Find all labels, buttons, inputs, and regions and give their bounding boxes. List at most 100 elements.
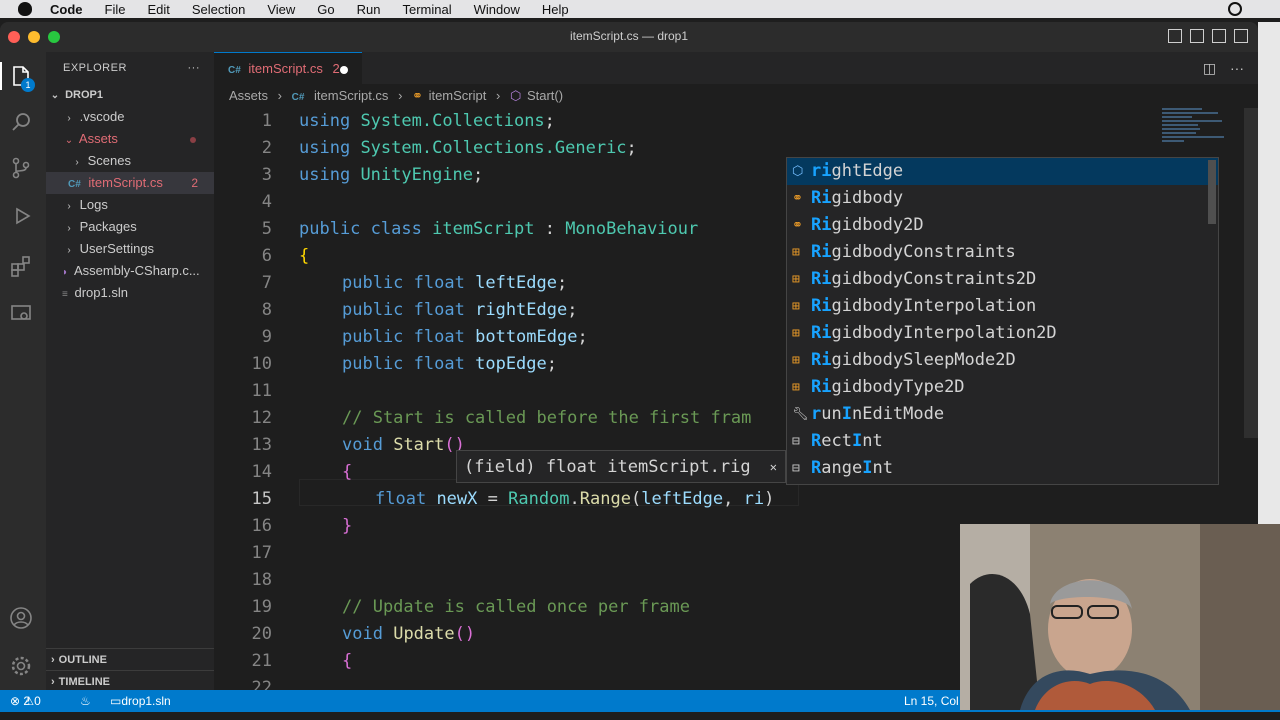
suggestion-item[interactable]: ⊞ RigidbodyType2D: [787, 374, 1218, 401]
menu-window[interactable]: Window: [474, 2, 520, 17]
tree-item-usersettings[interactable]: › UserSettings: [46, 238, 214, 260]
apple-logo-icon[interactable]: [18, 2, 32, 16]
code-text: {: [342, 462, 353, 482]
chevron-right-icon: ›: [277, 88, 282, 103]
toggle-sidebar-icon[interactable]: [1168, 29, 1182, 43]
menu-terminal[interactable]: Terminal: [403, 2, 452, 17]
split-editor-icon[interactable]: ◫: [1203, 60, 1216, 76]
suggestion-item[interactable]: ⊟ RangeInt: [787, 455, 1218, 482]
tree-item-assembly[interactable]: ◗ Assembly-CSharp.c...: [46, 260, 214, 282]
timeline-section[interactable]: › TIMELINE: [46, 670, 214, 692]
line-number: 3: [261, 165, 272, 185]
solution-status[interactable]: ▭ drop1.sln: [110, 690, 171, 712]
chevron-down-icon: ⌄: [50, 90, 60, 101]
app-menu[interactable]: Code: [50, 2, 83, 17]
suggestion-item[interactable]: ⊞ RigidbodyConstraints: [787, 239, 1218, 266]
tree-item-assets[interactable]: ⌄ Assets: [46, 128, 214, 150]
suggestion-item[interactable]: ⊞ RigidbodyInterpolation: [787, 293, 1218, 320]
code-text: void Update(): [342, 624, 476, 644]
code-text: public float rightEdge;: [342, 300, 578, 320]
code-text: {: [299, 246, 310, 266]
code-text: public float topEdge;: [342, 354, 558, 374]
tree-item-label: Assets: [78, 131, 118, 146]
line-number: 15: [251, 489, 272, 509]
menu-view[interactable]: View: [267, 2, 295, 17]
code-text: public float leftEdge;: [342, 273, 568, 293]
editor-scrollbar[interactable]: [1244, 108, 1258, 438]
more-actions-icon[interactable]: ···: [1230, 60, 1244, 76]
source-control-icon[interactable]: [9, 156, 33, 180]
code-text: {: [342, 651, 353, 671]
menu-help[interactable]: Help: [542, 2, 569, 17]
window-title: itemScript.cs — drop1: [569, 29, 689, 43]
minimize-window-button[interactable]: [28, 31, 40, 43]
close-window-button[interactable]: [8, 31, 20, 43]
chevron-down-icon: ⌄: [64, 135, 74, 146]
tree-item-packages[interactable]: › Packages: [46, 216, 214, 238]
hover-text: (field) float itemScript.rig: [464, 457, 751, 477]
flame-icon[interactable]: ♨: [80, 690, 91, 712]
extensions-icon[interactable]: [9, 254, 33, 278]
chevron-right-icon: ›: [51, 676, 55, 688]
unsaved-dot-icon[interactable]: [340, 66, 348, 74]
line-number: 4: [261, 192, 272, 212]
menu-go[interactable]: Go: [317, 2, 334, 17]
enum-icon: ⊞: [792, 245, 800, 260]
breadcrumb: Assets › C# itemScript.cs › ⚭ itemScript…: [214, 84, 1258, 108]
suggestion-item[interactable]: ⊞ RigidbodyInterpolation2D: [787, 320, 1218, 347]
breadcrumb-file[interactable]: itemScript.cs: [314, 88, 388, 103]
suggestion-item[interactable]: ⊞ RigidbodySleepMode2D: [787, 347, 1218, 374]
account-icon[interactable]: [9, 606, 33, 630]
customize-layout-icon[interactable]: [1234, 29, 1248, 43]
editor-actions: ◫ ···: [1203, 60, 1244, 77]
suggestion-item[interactable]: ⊟ RectInt: [787, 428, 1218, 455]
suggestion-item[interactable]: ⬡ rightEdge: [787, 158, 1218, 185]
menu-file[interactable]: File: [105, 2, 126, 17]
menu-selection[interactable]: Selection: [192, 2, 245, 17]
tree-item-logs[interactable]: › Logs: [46, 194, 214, 216]
suggestion-scrollbar[interactable]: [1208, 160, 1216, 224]
search-icon[interactable]: [9, 110, 33, 134]
suggestion-item[interactable]: ⊞ RigidbodyConstraints2D: [787, 266, 1218, 293]
breadcrumb-class[interactable]: itemScript: [429, 88, 487, 103]
code-text: using System.Collections.Generic;: [299, 138, 637, 158]
breadcrumb-assets[interactable]: Assets: [229, 88, 268, 103]
remote-explorer-icon[interactable]: [9, 302, 33, 326]
tab-itemscript[interactable]: C# itemScript.cs 2: [214, 52, 362, 84]
explorer-sidebar: EXPLORER ··· ⌄ DROP1 › .vscode ⌄ Assets …: [46, 52, 214, 690]
suggestion-item[interactable]: ⚭ Rigidbody2D: [787, 212, 1218, 239]
menu-edit[interactable]: Edit: [147, 2, 169, 17]
toggle-panel-icon[interactable]: [1190, 29, 1204, 43]
zoom-window-button[interactable]: [48, 31, 60, 43]
tree-item-label: Assembly-CSharp.c...: [73, 263, 200, 278]
toggle-secondary-sidebar-icon[interactable]: [1212, 29, 1226, 43]
more-actions-icon[interactable]: ···: [188, 52, 201, 84]
tree-root[interactable]: ⌄ DROP1: [46, 84, 214, 106]
breadcrumb-method[interactable]: Start(): [527, 88, 563, 103]
control-center-icon[interactable]: [1228, 2, 1242, 16]
tree-item-sln[interactable]: ≡ drop1.sln: [46, 282, 214, 304]
class-icon: ⚭: [412, 88, 423, 103]
code-text: using UnityEngine;: [299, 165, 484, 185]
csharp-file-icon: C#: [68, 179, 81, 190]
cursor-position[interactable]: Ln 15, Col: [904, 690, 959, 712]
settings-gear-icon[interactable]: [9, 654, 33, 678]
tree-item-itemscript[interactable]: C# itemScript.cs 2: [46, 172, 214, 194]
suggestion-item[interactable]: ⚭ Rigidbody: [787, 185, 1218, 212]
code-text: using System.Collections;: [299, 111, 555, 131]
run-debug-icon[interactable]: [9, 204, 33, 228]
modified-dot-icon: [190, 137, 196, 143]
tab-bar: C# itemScript.cs 2 ◫ ···: [214, 52, 1258, 84]
chevron-right-icon: ›: [51, 654, 55, 666]
suggestion-item[interactable]: 🔧︎ runInEditMode: [787, 401, 1218, 428]
explorer-header: EXPLORER ···: [46, 52, 214, 84]
menu-run[interactable]: Run: [357, 2, 381, 17]
outline-section[interactable]: › OUTLINE: [46, 648, 214, 670]
chevron-right-icon: ›: [398, 88, 403, 103]
line-number: 19: [251, 597, 272, 617]
close-icon[interactable]: ✕: [770, 451, 777, 482]
macos-menubar: Code File Edit Selection View Go Run Ter…: [0, 0, 1280, 18]
tree-item-vscode[interactable]: › .vscode: [46, 106, 214, 128]
problems-status[interactable]: ⊗ 2 ⚠ 0: [10, 690, 41, 712]
tree-item-scenes[interactable]: › Scenes: [46, 150, 214, 172]
